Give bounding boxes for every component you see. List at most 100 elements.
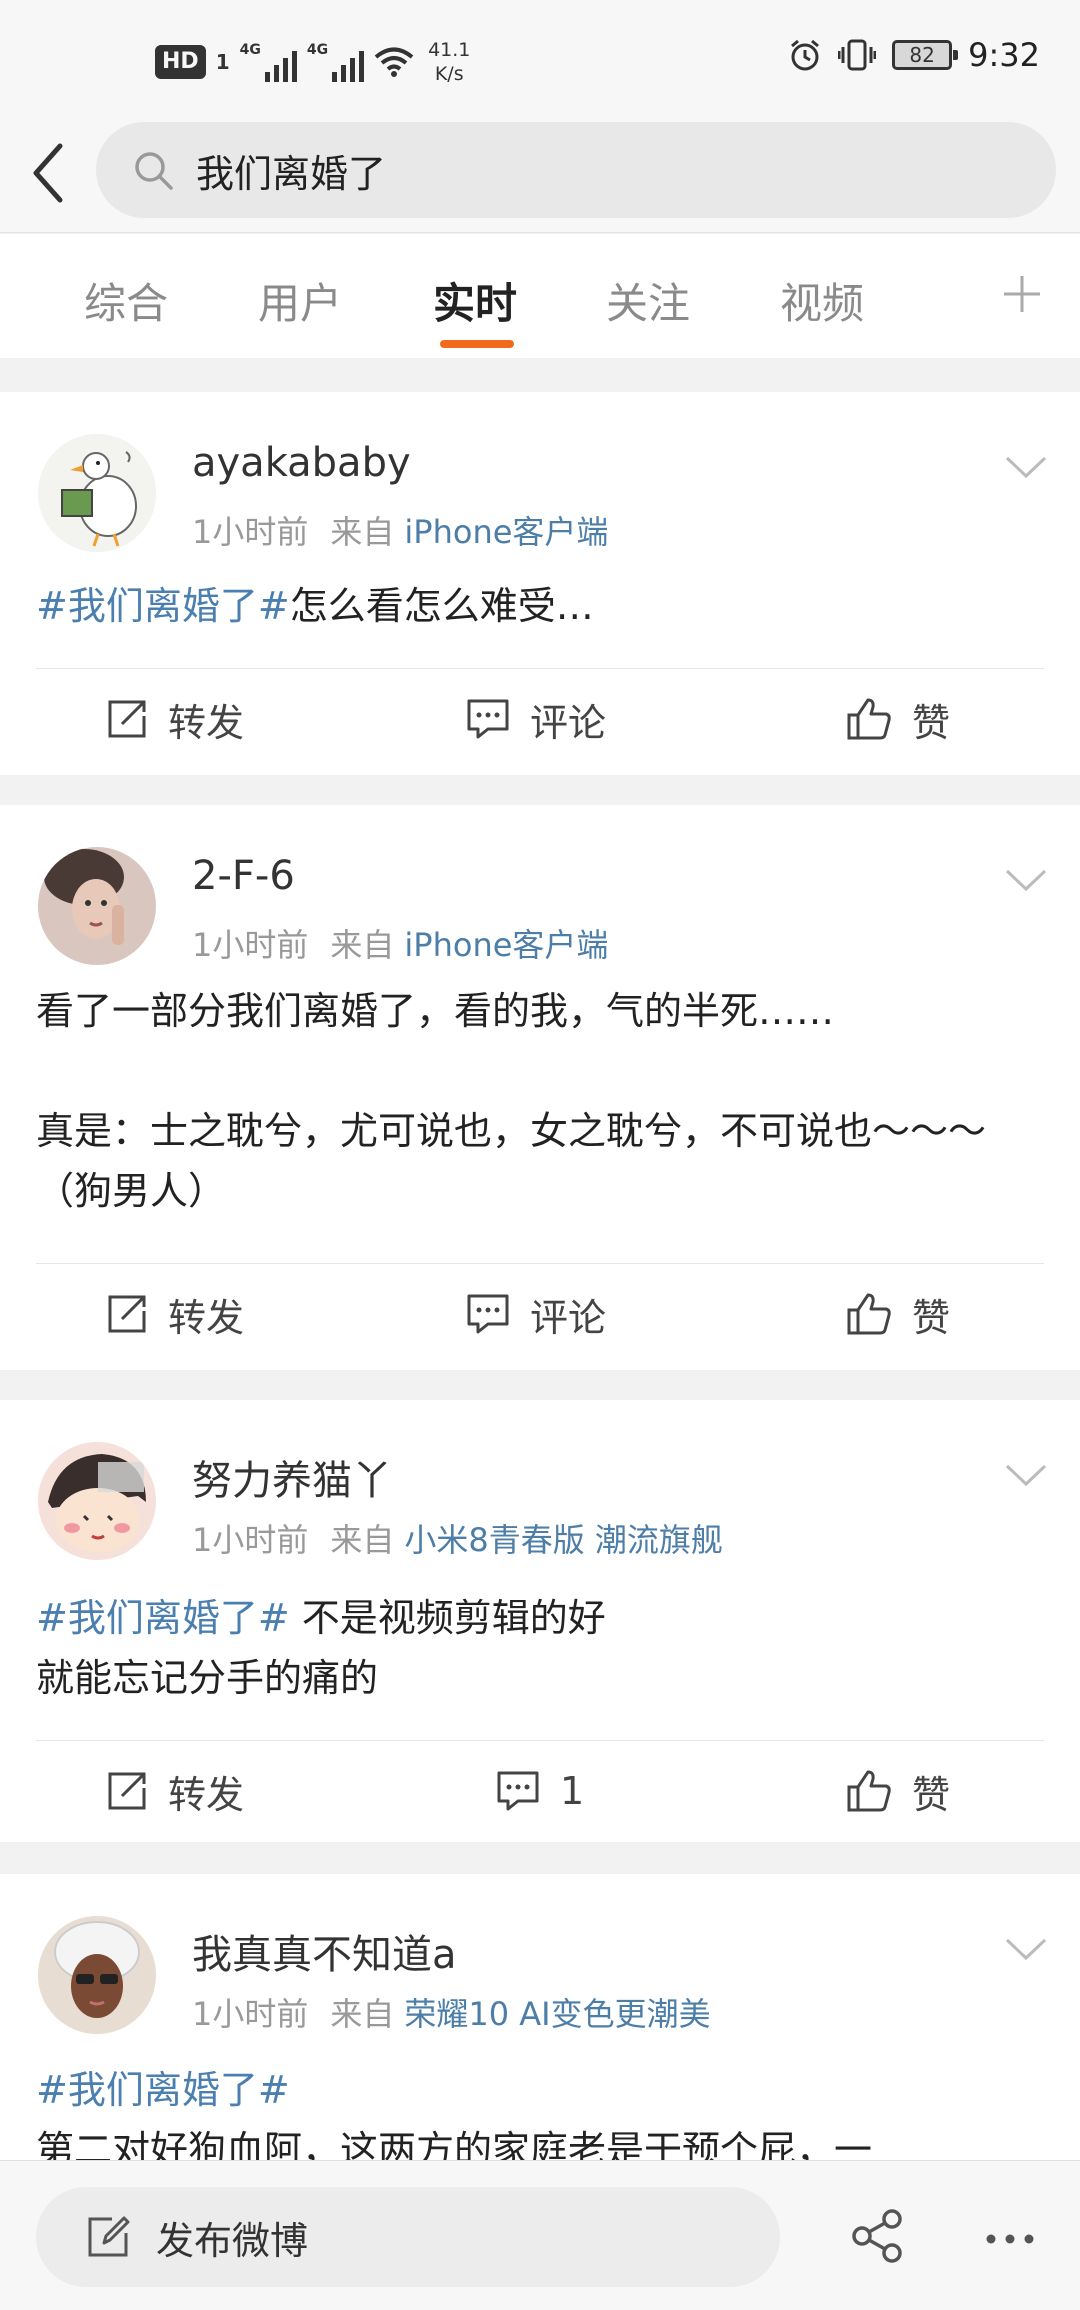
post-meta: 1小时前 来自 iPhone客户端	[192, 920, 608, 966]
tab-following[interactable]: 关注	[606, 270, 690, 331]
chevron-down-icon[interactable]	[1004, 1462, 1048, 1488]
tab-realtime[interactable]: 实时	[433, 270, 517, 331]
like-label: 赞	[912, 1295, 951, 1340]
post-source[interactable]: iPhone客户端	[404, 926, 608, 964]
post-card: 我真真不知道a 1小时前 来自 荣耀10 AI变色更潮美 #我们离婚了# 第二对好狗…	[0, 1874, 1080, 2164]
post-source[interactable]: 荣耀10 AI变色更潮美	[404, 1995, 710, 2033]
wifi-icon	[374, 47, 414, 77]
post-meta: 1小时前 来自 小米8青春版 潮流旗舰	[192, 1515, 723, 1561]
back-arrow-icon	[33, 143, 63, 203]
active-tab-indicator	[440, 340, 514, 348]
repost-button[interactable]: 转发	[106, 669, 244, 769]
clock: 9:32	[968, 36, 1040, 74]
search-query: 我们离婚了	[196, 151, 387, 196]
hashtag-link[interactable]: #我们离婚了#	[36, 1596, 290, 1640]
chevron-down-icon[interactable]	[1004, 454, 1048, 480]
add-tab-icon[interactable]	[1000, 272, 1044, 316]
post-text: #我们离婚了# 不是视频剪辑的好 就能忘记分手的痛的	[36, 1588, 606, 1708]
comment-icon	[497, 1771, 539, 1811]
action-bar: 转发 评论 赞	[0, 1264, 1080, 1364]
net-speed-unit: K/s	[434, 63, 464, 85]
signal-icon-2: 4G	[306, 42, 365, 82]
hashtag-link[interactable]: #我们离婚了#	[36, 2068, 290, 2112]
username[interactable]: 努力养猫丫	[192, 1448, 392, 1506]
compose-button[interactable]: 发布微博	[36, 2187, 780, 2287]
action-bar: 转发 1 赞	[0, 1741, 1080, 1841]
goose-avatar-icon	[38, 434, 156, 552]
tab-video[interactable]: 视频	[780, 270, 864, 331]
tab-bar: 综合 用户 实时 关注 视频	[0, 234, 1080, 358]
tab-comprehensive[interactable]: 综合	[84, 270, 168, 331]
share-icon[interactable]	[850, 2209, 904, 2263]
post-text: 看了一部分我们离婚了，看的我，气的半死…… 真是：士之耽兮，尤可说也，女之耽兮，…	[36, 981, 1046, 1221]
post-text-content: 第二对好狗血阿，这两方的家庭老是干预个屁，一	[36, 2128, 873, 2164]
comment-button[interactable]: 评论	[466, 1264, 606, 1364]
edit-icon	[88, 2216, 130, 2257]
status-left: HD 1 4G 4G 41.1 K/s	[155, 38, 470, 86]
avatar[interactable]	[38, 1442, 156, 1560]
from-label: 来自	[330, 513, 395, 551]
post-card: ayakababy 1小时前 来自 iPhone客户端 #我们离婚了#怎么看怎么难受…	[0, 392, 1080, 775]
like-label: 赞	[912, 700, 951, 745]
thumbs-up-icon	[847, 1293, 891, 1335]
comment-button[interactable]: 1	[496, 1741, 584, 1841]
like-button[interactable]: 赞	[846, 1264, 950, 1364]
post-source[interactable]: 小米8青春版 潮流旗舰	[404, 1521, 723, 1559]
comment-button[interactable]: 评论	[466, 669, 606, 769]
like-button[interactable]: 赞	[846, 669, 950, 769]
net-type-label: 4G	[239, 42, 261, 58]
sim1-label: 1	[215, 50, 230, 74]
comment-label: 评论	[530, 1295, 607, 1340]
net-speed-value: 41.1	[428, 39, 471, 61]
from-label: 来自	[330, 926, 395, 964]
comment-count: 1	[560, 1769, 585, 1813]
from-label: 来自	[330, 1521, 395, 1559]
avatar[interactable]	[38, 434, 156, 552]
net-type-label-2: 4G	[306, 42, 329, 58]
from-label: 来自	[330, 1995, 395, 2033]
hashtag-link[interactable]: #我们离婚了#	[36, 584, 290, 628]
post-text-content: 看了一部分我们离婚了，看的我，气的半死…… 真是：士之耽兮，尤可说也，女之耽兮，…	[36, 989, 987, 1213]
username[interactable]: 我真真不知道a	[192, 1922, 457, 1980]
post-time: 1小时前	[192, 513, 309, 551]
repost-icon	[108, 1295, 146, 1333]
signal-icon: 4G	[240, 42, 297, 82]
repost-label: 转发	[168, 700, 245, 745]
action-bar: 转发 评论 赞	[0, 669, 1080, 769]
post-text: #我们离婚了# 第二对好狗血阿，这两方的家庭老是干预个屁，一	[36, 2060, 1066, 2164]
status-right: 82 9:32	[788, 36, 1040, 74]
post-source[interactable]: iPhone客户端	[404, 513, 608, 551]
vibrate-icon	[838, 39, 877, 71]
comment-label: 评论	[530, 700, 607, 745]
tab-users[interactable]: 用户	[258, 270, 342, 331]
portrait-avatar-icon	[38, 1916, 156, 2034]
search-input[interactable]: 我们离婚了	[96, 122, 1056, 218]
chevron-down-icon[interactable]	[1004, 867, 1048, 893]
repost-button[interactable]: 转发	[106, 1741, 244, 1841]
net-speed: 41.1 K/s	[428, 38, 470, 86]
battery-icon: 82	[892, 40, 959, 70]
avatar[interactable]	[38, 847, 156, 965]
back-button[interactable]	[24, 138, 74, 208]
username[interactable]: ayakababy	[192, 440, 411, 486]
chevron-down-icon[interactable]	[1004, 1936, 1048, 1962]
repost-label: 转发	[168, 1772, 245, 1817]
post-time: 1小时前	[192, 1995, 309, 2033]
compose-label: 发布微博	[156, 2218, 309, 2263]
alarm-icon	[791, 39, 820, 71]
repost-button[interactable]: 转发	[106, 1264, 244, 1364]
thumbs-up-icon	[847, 1770, 891, 1812]
post-time: 1小时前	[192, 926, 309, 964]
hd-indicator: HD	[155, 45, 206, 79]
post-card: 2-F-6 1小时前 来自 iPhone客户端 看了一部分我们离婚了，看的我，气的半…	[0, 805, 1080, 1370]
avatar[interactable]	[38, 1916, 156, 2034]
status-bar: HD 1 4G 4G 41.1 K/s 82 9:32	[0, 0, 1080, 118]
comment-icon	[467, 1294, 509, 1334]
post-time: 1小时前	[192, 1521, 309, 1559]
username[interactable]: 2-F-6	[192, 853, 295, 899]
comment-icon	[467, 699, 509, 739]
repost-icon	[108, 1772, 146, 1810]
like-button[interactable]: 赞	[846, 1741, 950, 1841]
post-meta: 1小时前 来自 iPhone客户端	[192, 507, 608, 553]
more-icon[interactable]	[985, 2233, 1035, 2245]
